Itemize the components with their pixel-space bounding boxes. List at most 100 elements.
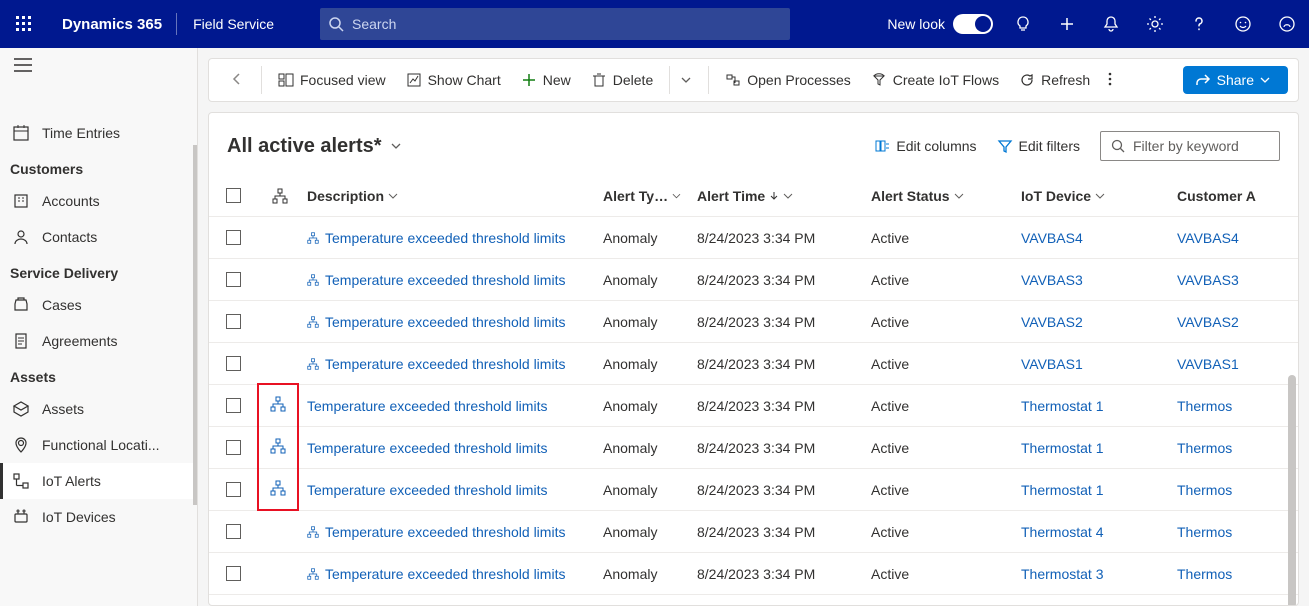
hierarchy-icon[interactable]: [270, 396, 286, 415]
nav-item-iot-devices[interactable]: IoT Devices: [0, 499, 197, 535]
column-alert-status[interactable]: Alert Status: [863, 188, 1013, 204]
device-link[interactable]: Thermostat 3: [1021, 566, 1103, 582]
nav-item-agreements[interactable]: Agreements: [0, 323, 197, 359]
row-checkbox[interactable]: [226, 314, 241, 329]
more-commands-button[interactable]: [1100, 65, 1120, 96]
nav-item-cases[interactable]: Cases: [0, 287, 197, 323]
app-launcher-icon[interactable]: [0, 16, 48, 32]
delete-dropdown[interactable]: [676, 68, 702, 92]
column-hierarchy[interactable]: [257, 188, 299, 204]
edit-filters-button[interactable]: Edit filters: [987, 132, 1090, 160]
plus-icon[interactable]: [1045, 0, 1089, 48]
column-alert-type[interactable]: Alert Ty…: [595, 188, 689, 204]
lightbulb-icon[interactable]: [1001, 0, 1045, 48]
cell-alert-status: Active: [863, 230, 1013, 246]
asset-link[interactable]: VAVBAS4: [1177, 230, 1239, 246]
view-selector[interactable]: All active alerts*: [227, 135, 402, 158]
device-link[interactable]: Thermostat 4: [1021, 524, 1103, 540]
brand-name[interactable]: Dynamics 365: [48, 16, 176, 33]
cell-alert-time: 8/24/2023 3:34 PM: [689, 272, 863, 288]
cell-alert-time: 8/24/2023 3:34 PM: [689, 482, 863, 498]
device-link[interactable]: VAVBAS3: [1021, 272, 1083, 288]
column-description[interactable]: Description: [299, 188, 595, 204]
asset-link[interactable]: Thermos: [1177, 440, 1232, 456]
focused-view-button[interactable]: Focused view: [268, 66, 396, 94]
description-link[interactable]: Temperature exceeded threshold limits: [325, 566, 565, 582]
description-link[interactable]: Temperature exceeded threshold limits: [325, 356, 565, 372]
asset-link[interactable]: Thermos: [1177, 482, 1232, 498]
hamburger-icon[interactable]: [0, 48, 197, 85]
row-checkbox[interactable]: [226, 272, 241, 287]
nav-item-contacts[interactable]: Contacts: [0, 219, 197, 255]
table-row[interactable]: Temperature exceeded threshold limitsAno…: [209, 553, 1298, 595]
assistant-icon[interactable]: [1265, 0, 1309, 48]
table-row[interactable]: Temperature exceeded threshold limitsAno…: [209, 511, 1298, 553]
search-placeholder: Search: [352, 16, 396, 32]
device-link[interactable]: VAVBAS4: [1021, 230, 1083, 246]
table-row[interactable]: Temperature exceeded threshold limitsAno…: [209, 427, 1298, 469]
row-checkbox[interactable]: [226, 356, 241, 371]
nav-item-iot-alerts[interactable]: IoT Alerts: [0, 463, 197, 499]
filter-keyword-input[interactable]: Filter by keyword: [1100, 131, 1280, 161]
share-button[interactable]: Share: [1183, 66, 1288, 94]
back-button[interactable]: [219, 71, 255, 90]
show-chart-button[interactable]: Show Chart: [396, 66, 511, 94]
table-row[interactable]: Temperature exceeded threshold limitsAno…: [209, 301, 1298, 343]
row-checkbox[interactable]: [226, 524, 241, 539]
refresh-button[interactable]: Refresh: [1009, 66, 1100, 94]
grid-scrollbar[interactable]: [1288, 375, 1296, 605]
description-link[interactable]: Temperature exceeded threshold limits: [325, 272, 565, 288]
description-link[interactable]: Temperature exceeded threshold limits: [325, 524, 565, 540]
description-link[interactable]: Temperature exceeded threshold limits: [307, 482, 547, 498]
column-iot-device[interactable]: IoT Device: [1013, 188, 1169, 204]
hierarchy-icon[interactable]: [270, 438, 286, 457]
table-row[interactable]: Temperature exceeded threshold limitsAno…: [209, 385, 1298, 427]
device-link[interactable]: VAVBAS1: [1021, 356, 1083, 372]
row-checkbox[interactable]: [226, 398, 241, 413]
asset-link[interactable]: VAVBAS3: [1177, 272, 1239, 288]
global-search-input[interactable]: Search: [320, 8, 790, 40]
device-link[interactable]: Thermostat 1: [1021, 440, 1103, 456]
asset-link[interactable]: VAVBAS1: [1177, 356, 1239, 372]
table-row[interactable]: Temperature exceeded threshold limitsAno…: [209, 469, 1298, 511]
table-row[interactable]: Temperature exceeded threshold limitsAno…: [209, 343, 1298, 385]
asset-link[interactable]: Thermos: [1177, 566, 1232, 582]
new-button[interactable]: New: [511, 66, 581, 94]
edit-columns-button[interactable]: Edit columns: [864, 132, 986, 160]
main-content: Focused view Show Chart New Delete Open …: [198, 48, 1309, 606]
device-link[interactable]: VAVBAS2: [1021, 314, 1083, 330]
row-checkbox[interactable]: [226, 440, 241, 455]
nav-item-accounts[interactable]: Accounts: [0, 183, 197, 219]
help-icon[interactable]: [1177, 0, 1221, 48]
description-link[interactable]: Temperature exceeded threshold limits: [307, 440, 547, 456]
description-link[interactable]: Temperature exceeded threshold limits: [325, 314, 565, 330]
asset-link[interactable]: Thermos: [1177, 524, 1232, 540]
smiley-icon[interactable]: [1221, 0, 1265, 48]
row-checkbox[interactable]: [226, 230, 241, 245]
gear-icon[interactable]: [1133, 0, 1177, 48]
row-checkbox[interactable]: [226, 482, 241, 497]
hierarchy-icon[interactable]: [270, 480, 286, 499]
device-link[interactable]: Thermostat 1: [1021, 482, 1103, 498]
column-customer-asset[interactable]: Customer A: [1169, 188, 1259, 204]
asset-link[interactable]: Thermos: [1177, 398, 1232, 414]
bell-icon[interactable]: [1089, 0, 1133, 48]
table-row[interactable]: Temperature exceeded threshold limitsAno…: [209, 217, 1298, 259]
open-processes-button[interactable]: Open Processes: [715, 66, 861, 94]
nav-item-time-entries[interactable]: Time Entries: [0, 115, 197, 151]
nav-item-functional-locations[interactable]: Functional Locati...: [0, 427, 197, 463]
column-alert-time[interactable]: Alert Time: [689, 188, 863, 204]
new-look-toggle[interactable]: [953, 14, 993, 34]
table-row[interactable]: Temperature exceeded threshold limitsAno…: [209, 259, 1298, 301]
nav-item-assets[interactable]: Assets: [0, 391, 197, 427]
module-name[interactable]: Field Service: [177, 16, 290, 32]
asset-link[interactable]: VAVBAS2: [1177, 314, 1239, 330]
row-checkbox[interactable]: [226, 566, 241, 581]
sidebar-scrollbar[interactable]: [193, 145, 197, 505]
delete-button[interactable]: Delete: [581, 66, 663, 94]
create-iot-flows-button[interactable]: Create IoT Flows: [861, 66, 1009, 94]
description-link[interactable]: Temperature exceeded threshold limits: [325, 230, 565, 246]
description-link[interactable]: Temperature exceeded threshold limits: [307, 398, 547, 414]
device-link[interactable]: Thermostat 1: [1021, 398, 1103, 414]
select-all-checkbox[interactable]: [226, 188, 241, 203]
